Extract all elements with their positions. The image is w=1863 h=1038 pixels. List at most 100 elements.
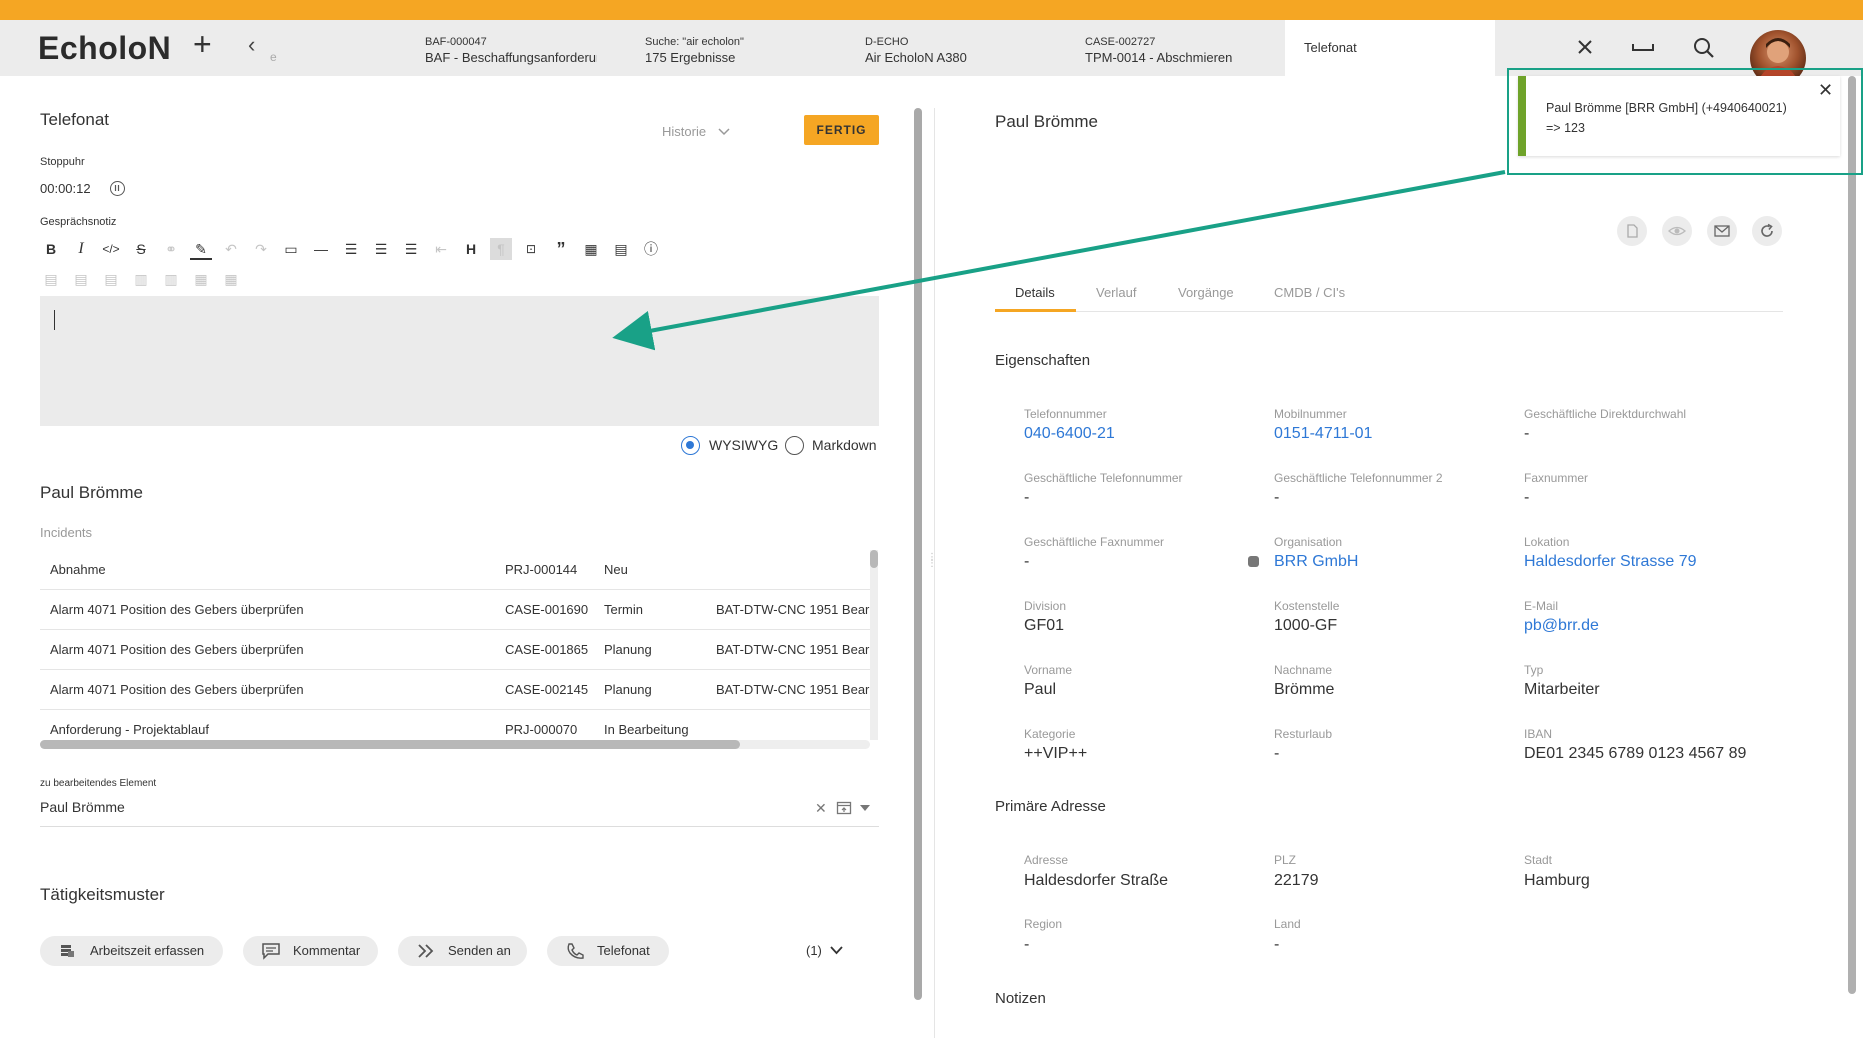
table-icon[interactable]: ▦ (580, 238, 602, 260)
redo-icon[interactable]: ↷ (250, 238, 272, 260)
stopwatch-label: Stoppuhr (40, 156, 85, 168)
prop-label: Land (1274, 917, 1301, 931)
close-icon[interactable] (1574, 36, 1596, 63)
new-tab-button[interactable]: + (193, 28, 212, 60)
heading-icon[interactable]: H (460, 238, 482, 260)
table-row[interactable]: Anforderung - Projektablauf PRJ-000070 I… (40, 710, 870, 740)
link-icon[interactable]: ⚭ (160, 238, 182, 260)
right-panel-scrollbar[interactable] (1848, 76, 1856, 994)
wysiwyg-label: WYSIWYG (709, 437, 779, 453)
incident-status: Planung (604, 642, 652, 657)
table-delete-icon[interactable]: ▦ (220, 268, 242, 290)
mail-icon[interactable] (1707, 216, 1737, 246)
dropdown-caret-icon[interactable] (860, 799, 870, 815)
tab-vorgaenge[interactable]: Vorgänge (1178, 285, 1234, 300)
bold-icon[interactable]: B (40, 238, 62, 260)
incident-ci: BAT-DTW-CNC 1951 Bearb (716, 602, 870, 617)
tab-verlauf[interactable]: Verlauf (1096, 285, 1136, 300)
table-vscroll-thumb[interactable] (870, 550, 878, 568)
strikethrough-icon[interactable]: S (130, 238, 152, 260)
log-work-time-button[interactable]: Arbeitszeit erfassen (40, 936, 223, 966)
tab-title: BAF - Beschaffungsanforderung (425, 50, 597, 65)
attachment-icon[interactable] (1617, 216, 1647, 246)
incident-id: CASE-001690 (505, 602, 589, 617)
activities-title: Tätigkeitsmuster (40, 885, 165, 904)
code-block-icon[interactable]: ⊡ (520, 238, 542, 260)
more-activities-dropdown[interactable]: (1) (806, 943, 843, 958)
tab-id: CASE-002727 (1085, 36, 1156, 48)
tab-details[interactable]: Details (1015, 285, 1055, 300)
prop-value: 22179 (1274, 872, 1319, 889)
table-insert-column-icon[interactable]: ▥ (130, 268, 152, 290)
tab-baf-000047[interactable]: BAF-000047 BAF - Beschaffungsanforderung (425, 34, 597, 66)
prop-label: Vorname (1024, 663, 1073, 677)
element-field[interactable]: Paul Brömme (40, 799, 125, 815)
location-link[interactable]: Haldesdorfer Strasse 79 (1524, 553, 1697, 571)
tab-case-002727[interactable]: CASE-002727 TPM-0014 - Abschmieren (1085, 34, 1275, 66)
undo-icon[interactable]: ↶ (220, 238, 242, 260)
table-row[interactable]: Alarm 4071 Position des Gebers überprüfe… (40, 630, 870, 670)
ordered-list-icon[interactable]: ☰ (340, 238, 362, 260)
table-hscroll-thumb[interactable] (40, 740, 740, 749)
left-panel-scrollbar[interactable] (914, 108, 922, 1000)
pause-icon[interactable] (110, 181, 125, 196)
paragraph-icon[interactable]: ¶ (490, 238, 512, 260)
send-to-button[interactable]: Senden an (398, 936, 527, 966)
table-delete-row-icon[interactable]: ▤ (100, 268, 122, 290)
task-list-icon[interactable]: ☰ (400, 238, 422, 260)
table-row[interactable]: Alarm 4071 Position des Gebers überprüfe… (40, 670, 870, 710)
table-delete-column-icon[interactable]: ▥ (160, 268, 182, 290)
highlight-icon[interactable]: ✎ (190, 238, 212, 260)
prop-label: Telefonnummer (1024, 407, 1107, 421)
document-icon[interactable]: ▤ (610, 238, 632, 260)
table-insert-row-below-icon[interactable]: ▤ (70, 268, 92, 290)
prop-value: Mitarbeiter (1524, 681, 1600, 698)
minimize-tray-icon[interactable] (1630, 36, 1656, 63)
tab-search[interactable]: Suche: "air echolon" 175 Ergebnisse (645, 34, 825, 66)
done-button[interactable]: FERTIG (804, 115, 879, 145)
incident-id: PRJ-000070 (505, 722, 578, 737)
refresh-icon[interactable] (1752, 216, 1782, 246)
outdent-icon[interactable]: ⇤ (430, 238, 452, 260)
table-merge-icon[interactable]: ▦ (190, 268, 212, 290)
note-editor[interactable] (40, 296, 879, 426)
code-icon[interactable]: </> (100, 238, 122, 260)
prop-label: Kostenstelle (1274, 599, 1340, 613)
incident-title: Anforderung - Projektablauf (50, 722, 209, 737)
tabs-back-chevron-icon[interactable]: ‹ (248, 32, 255, 58)
prop-label: Resturlaub (1274, 727, 1333, 741)
incident-ci: BAT-DTW-CNC 1951 Bearb (716, 682, 870, 697)
prop-label: Nachname (1274, 663, 1333, 677)
phone-call-button[interactable]: Telefonat (547, 936, 669, 966)
email-link[interactable]: pb@brr.de (1524, 617, 1599, 635)
search-icon[interactable] (1692, 36, 1716, 65)
tab-telefonat-active[interactable]: Telefonat (1285, 20, 1495, 76)
comment-button[interactable]: Kommentar (243, 936, 378, 966)
eye-icon[interactable] (1662, 216, 1692, 246)
incoming-call-notification[interactable]: Paul Brömme [BRR GmbH] (+4940640021) => … (1518, 76, 1840, 156)
tab-cmdb[interactable]: CMDB / CI's (1274, 285, 1345, 300)
mobile-link[interactable]: 0151-4711-01 (1274, 425, 1372, 443)
clear-icon[interactable]: ✕ (815, 800, 827, 817)
table-insert-row-above-icon[interactable]: ▤ (40, 268, 62, 290)
info-icon[interactable]: ⓘ (640, 238, 662, 260)
table-row[interactable]: Alarm 4071 Position des Gebers überprüfe… (40, 590, 870, 630)
resize-grip[interactable]: ⋮ ⋮ (927, 553, 937, 569)
organization-link[interactable]: BRR GmbH (1274, 553, 1358, 571)
horizontal-rule-icon[interactable]: — (310, 238, 332, 260)
open-record-icon[interactable] (836, 800, 852, 819)
quote-icon[interactable]: ” (550, 238, 572, 260)
wysiwyg-radio[interactable] (681, 436, 700, 455)
tab-d-echo[interactable]: D-ECHO Air EcholoN A380 (865, 34, 1045, 66)
bullet-list-icon[interactable]: ☰ (370, 238, 392, 260)
image-icon[interactable]: ▭ (280, 238, 302, 260)
history-dropdown[interactable]: Historie (662, 124, 730, 139)
italic-icon[interactable]: I (70, 238, 92, 260)
phone-link[interactable]: 040-6400-21 (1024, 425, 1115, 443)
notification-close-icon[interactable]: ✕ (1818, 80, 1833, 101)
prop-label: Geschäftliche Direktdurchwahl (1524, 407, 1687, 421)
prop-value: Brömme (1274, 681, 1335, 698)
markdown-radio[interactable] (785, 436, 804, 455)
table-vscroll-track[interactable] (870, 550, 878, 740)
table-row[interactable]: Abnahme PRJ-000144 Neu (40, 550, 870, 590)
